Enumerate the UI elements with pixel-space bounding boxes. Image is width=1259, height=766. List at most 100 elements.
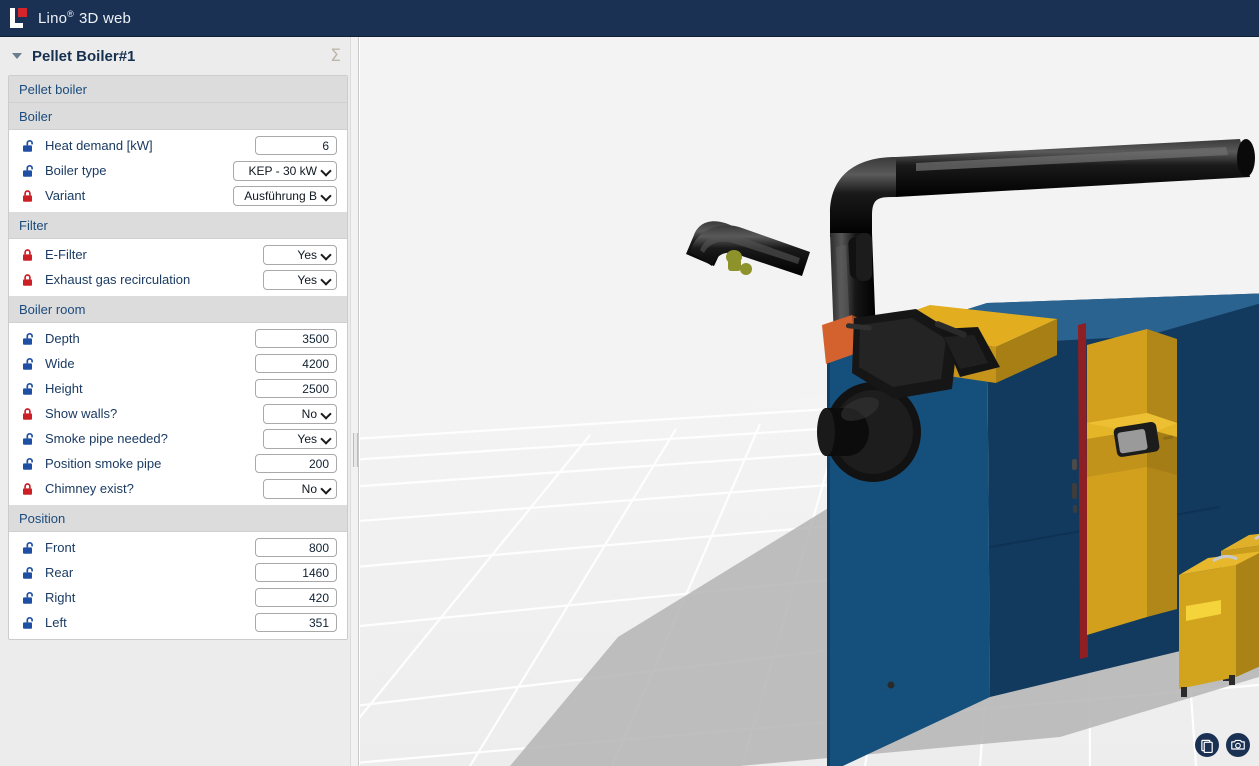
parameter-row: Show walls?No xyxy=(9,401,347,426)
lock-open-icon[interactable] xyxy=(21,357,35,371)
lock-closed-icon[interactable] xyxy=(21,248,35,262)
parameter-input[interactable] xyxy=(255,136,337,155)
chevron-down-icon xyxy=(322,166,331,175)
chevron-down-icon xyxy=(322,191,331,200)
parameter-input[interactable] xyxy=(255,354,337,373)
parameter-label: Boiler type xyxy=(45,163,233,178)
brand-name: Lino xyxy=(38,10,67,27)
parameter-row: Rear xyxy=(9,560,347,585)
parameter-label: Wide xyxy=(45,356,255,371)
chevron-down-icon xyxy=(322,434,331,443)
parameter-label: Front xyxy=(45,540,255,555)
lock-open-toggle[interactable] xyxy=(21,382,35,396)
lock-open-icon[interactable] xyxy=(21,541,35,555)
parameter-select-value: Yes xyxy=(297,248,317,262)
parameter-row: Position smoke pipe xyxy=(9,451,347,476)
group-title: Boiler xyxy=(9,103,347,130)
lock-closed-toggle[interactable] xyxy=(21,189,35,203)
parameter-input[interactable] xyxy=(255,379,337,398)
parameter-input[interactable] xyxy=(255,613,337,632)
lock-open-toggle[interactable] xyxy=(21,566,35,580)
lock-closed-icon[interactable] xyxy=(21,482,35,496)
lock-open-icon[interactable] xyxy=(21,616,35,630)
viewport-tools xyxy=(1195,733,1250,757)
lock-open-toggle[interactable] xyxy=(21,457,35,471)
parameter-label: Position smoke pipe xyxy=(45,456,255,471)
parameter-row: Wide xyxy=(9,351,347,376)
lock-closed-icon[interactable] xyxy=(21,407,35,421)
sigma-icon[interactable]: Σ xyxy=(326,48,345,65)
lock-open-toggle[interactable] xyxy=(21,432,35,446)
lock-open-icon[interactable] xyxy=(21,457,35,471)
lock-open-toggle[interactable] xyxy=(21,616,35,630)
product-name: 3D web xyxy=(79,10,131,27)
lock-closed-icon[interactable] xyxy=(21,189,35,203)
lock-open-toggle[interactable] xyxy=(21,332,35,346)
parameter-row: Exhaust gas recirculationYes xyxy=(9,267,347,292)
lock-closed-icon[interactable] xyxy=(21,273,35,287)
parameter-input[interactable] xyxy=(255,329,337,348)
parameter-input[interactable] xyxy=(255,563,337,582)
lock-open-toggle[interactable] xyxy=(21,164,35,178)
parameter-row: Depth xyxy=(9,326,347,351)
group-title: Filter xyxy=(9,212,347,239)
parameter-input[interactable] xyxy=(255,588,337,607)
lock-open-icon[interactable] xyxy=(21,382,35,396)
parameter-input[interactable] xyxy=(255,454,337,473)
parameter-label: Left xyxy=(45,615,255,630)
parameter-select-value: No xyxy=(302,482,317,496)
chevron-down-icon xyxy=(322,409,331,418)
parameter-select-value: Yes xyxy=(297,432,317,446)
parameter-label: Smoke pipe needed? xyxy=(45,431,263,446)
title-bar: Lino®3D web xyxy=(0,0,1259,37)
page-title: Pellet Boiler#1 xyxy=(32,48,326,65)
parameter-select[interactable]: Yes xyxy=(263,270,337,290)
panel-header: Pellet Boiler#1 Σ xyxy=(0,37,355,75)
parameter-row: Left xyxy=(9,610,347,635)
component-name: Pellet boiler xyxy=(9,76,347,103)
lock-closed-toggle[interactable] xyxy=(21,273,35,287)
lock-open-icon[interactable] xyxy=(21,139,35,153)
parameter-select[interactable]: Yes xyxy=(263,245,337,265)
lock-open-toggle[interactable] xyxy=(21,591,35,605)
parameter-select[interactable]: No xyxy=(263,404,337,424)
chevron-down-icon xyxy=(322,250,331,259)
application-window: Lino®3D web Pellet Boiler#1 Σ Pellet boi… xyxy=(0,0,1259,766)
parameter-select-value: KEP - 30 kW xyxy=(249,164,317,178)
lock-open-icon[interactable] xyxy=(21,332,35,346)
chevron-down-icon xyxy=(322,484,331,493)
lock-open-icon[interactable] xyxy=(21,591,35,605)
group-title: Position xyxy=(9,505,347,532)
lock-open-icon[interactable] xyxy=(21,164,35,178)
lock-open-toggle[interactable] xyxy=(21,541,35,555)
parameter-select[interactable]: KEP - 30 kW xyxy=(233,161,337,181)
panel-body: Pellet boiler BoilerHeat demand [kW]Boil… xyxy=(8,75,348,640)
lock-open-icon[interactable] xyxy=(21,566,35,580)
splitter-grip[interactable] xyxy=(353,433,358,467)
parameter-row: Height xyxy=(9,376,347,401)
parameter-row: Boiler type KEP - 30 kW xyxy=(9,158,347,183)
lino-logo-icon xyxy=(8,7,32,29)
lock-closed-toggle[interactable] xyxy=(21,407,35,421)
parameter-select[interactable]: Yes xyxy=(263,429,337,449)
parameter-input[interactable] xyxy=(255,538,337,557)
lock-open-toggle[interactable] xyxy=(21,139,35,153)
documents-button[interactable] xyxy=(1195,733,1219,757)
lock-closed-toggle[interactable] xyxy=(21,248,35,262)
group-title: Boiler room xyxy=(9,296,347,323)
3d-scene xyxy=(360,37,1259,766)
screenshot-button[interactable] xyxy=(1226,733,1250,757)
parameter-select[interactable]: Ausführung B xyxy=(233,186,337,206)
parameter-label: Rear xyxy=(45,565,255,580)
parameter-label: Right xyxy=(45,590,255,605)
lock-open-icon[interactable] xyxy=(21,432,35,446)
3d-viewport[interactable] xyxy=(360,37,1259,766)
group-rows: Front Rear Right Left xyxy=(9,532,347,639)
parameter-select[interactable]: No xyxy=(263,479,337,499)
lock-closed-toggle[interactable] xyxy=(21,482,35,496)
panel-splitter[interactable] xyxy=(350,37,359,766)
parameter-label: Show walls? xyxy=(45,406,263,421)
caret-down-icon[interactable] xyxy=(12,53,22,59)
parameter-select-value: Ausführung B xyxy=(244,189,317,203)
lock-open-toggle[interactable] xyxy=(21,357,35,371)
